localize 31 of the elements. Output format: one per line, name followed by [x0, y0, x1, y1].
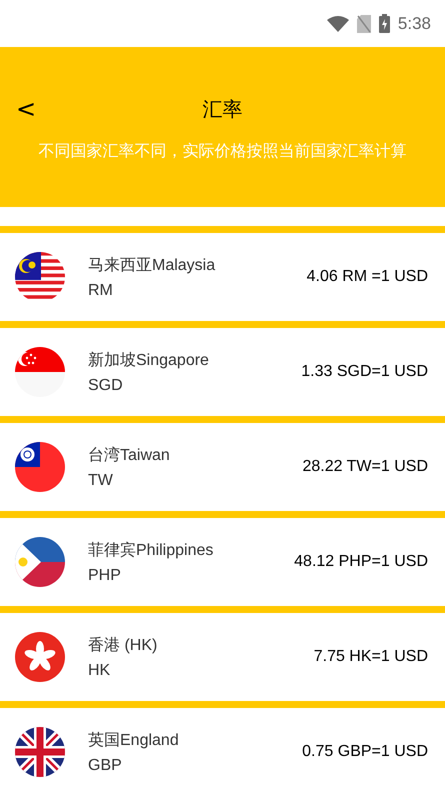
- currency-code: TW: [88, 472, 114, 490]
- currency-code: SGD: [88, 376, 124, 394]
- union-jack-flag-icon: [15, 727, 65, 777]
- exchange-rate: 0.75 GBP=1 USD: [302, 743, 428, 761]
- currency-code: PHP: [88, 566, 122, 584]
- country-name: 台湾Taiwan: [88, 446, 171, 466]
- currency-code: GBP: [88, 756, 123, 774]
- back-button[interactable]: <: [0, 95, 36, 123]
- hong-kong-flag-icon: [15, 632, 65, 682]
- malaysia-flag-icon: [15, 252, 65, 302]
- currency-code: RM: [88, 282, 114, 300]
- philippines-flag-icon: [15, 537, 65, 587]
- exchange-rate: 48.12 PHP=1 USD: [294, 553, 428, 571]
- battery-charging-icon: [378, 14, 390, 33]
- taiwan-flag-icon: [15, 442, 65, 492]
- currency-code: HK: [88, 662, 112, 680]
- page-title: 汇率: [202, 98, 242, 122]
- country-name: 菲律宾Philippines: [88, 540, 214, 560]
- status-time: 5:38: [398, 14, 431, 34]
- wifi-icon: [326, 16, 349, 32]
- no-sim-icon: [356, 14, 371, 32]
- exchange-rate: 4.06 RM =1 USD: [306, 268, 428, 286]
- country-name: 马来西亚Malaysia: [88, 256, 216, 276]
- exchange-rate: 1.33 SGD=1 USD: [301, 363, 428, 381]
- country-name: 英国England: [88, 730, 180, 750]
- country-name: 香港 (HK): [88, 636, 158, 656]
- country-name: 新加坡Singapore: [88, 350, 210, 370]
- exchange-rate: 28.22 TW=1 USD: [302, 458, 428, 476]
- singapore-flag-icon: [15, 347, 65, 397]
- exchange-rate-note: 不同国家汇率不同，实际价格按照当前国家汇率计算: [38, 142, 408, 162]
- exchange-rate: 7.75 HK=1 USD: [314, 648, 428, 666]
